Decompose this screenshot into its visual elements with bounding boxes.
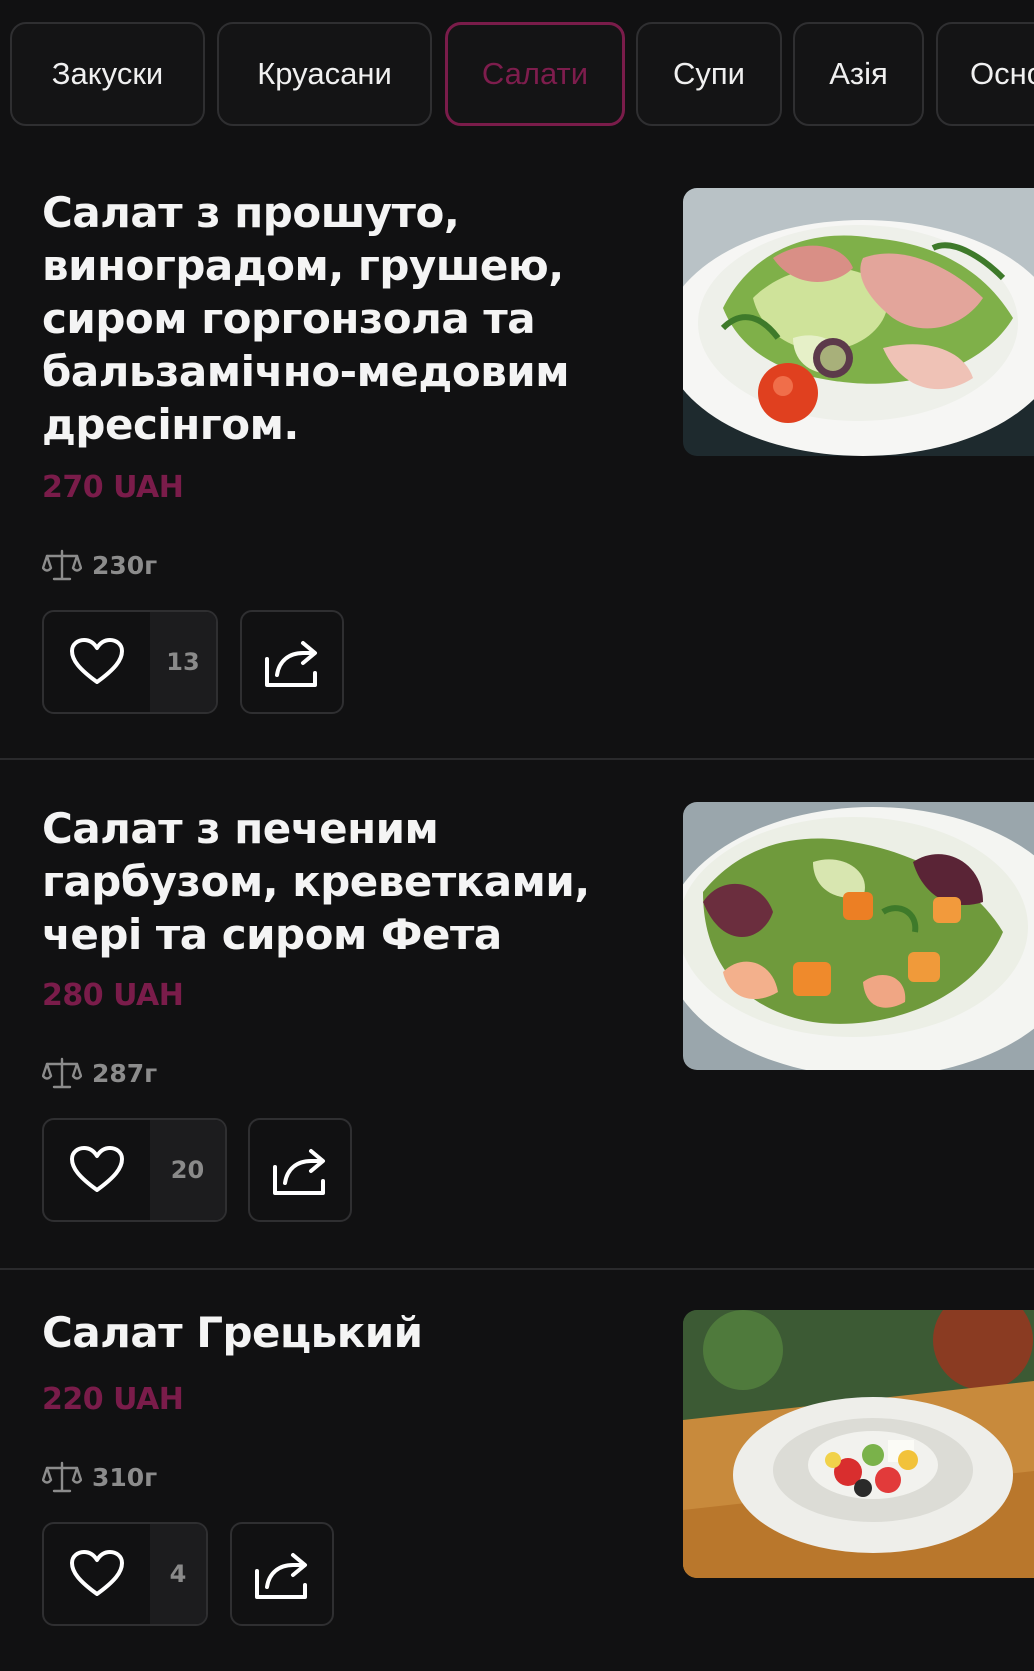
item-title: Салат з печеним гарбузом, креветками, че… xyxy=(42,804,590,959)
like-control: 4 xyxy=(42,1522,208,1626)
heart-icon xyxy=(70,1146,124,1192)
like-count: 13 xyxy=(150,612,216,712)
scale-icon xyxy=(42,549,82,581)
item-price: 270 UAH xyxy=(42,470,184,505)
tab-supy[interactable]: Супи xyxy=(636,22,782,126)
menu-item: Салат з печеним гарбузом, креветками, че… xyxy=(0,760,1034,1270)
share-icon xyxy=(273,1149,325,1195)
tab-zakusky[interactable]: Закуски xyxy=(10,22,205,126)
item-price: 280 UAH xyxy=(42,978,184,1013)
item-price: 220 UAH xyxy=(42,1382,184,1417)
weight-value: 230г xyxy=(92,550,158,580)
heart-icon xyxy=(70,638,124,684)
pumpkin-shrimp-salad-photo xyxy=(683,802,1034,1070)
like-count: 4 xyxy=(150,1524,206,1624)
like-button[interactable] xyxy=(44,1120,150,1220)
like-control: 20 xyxy=(42,1118,227,1222)
tab-aziia[interactable]: Азія xyxy=(793,22,924,126)
like-button[interactable] xyxy=(44,1524,150,1624)
item-title: Салат з прошуто, виноградом, грушею, сир… xyxy=(42,188,570,449)
menu-item: Салат Грецький 220 UAH 310г 4 xyxy=(0,1270,1034,1671)
weight-value: 287г xyxy=(92,1058,158,1088)
greek-salad-photo xyxy=(683,1310,1034,1578)
like-control: 13 xyxy=(42,610,218,714)
like-button[interactable] xyxy=(44,612,150,712)
item-weight: 287г xyxy=(42,1056,157,1090)
item-weight: 230г xyxy=(42,548,157,582)
share-button[interactable] xyxy=(230,1522,334,1626)
share-icon xyxy=(265,641,317,687)
tab-osnovni[interactable]: Осно xyxy=(936,22,1034,126)
share-button[interactable] xyxy=(248,1118,352,1222)
heart-icon xyxy=(70,1550,124,1596)
share-icon xyxy=(255,1553,307,1599)
category-tabs: Закуски Круасани Салати Супи Азія Осно xyxy=(0,0,1034,148)
tab-kruasany[interactable]: Круасани xyxy=(217,22,432,126)
item-weight: 310г xyxy=(42,1460,157,1494)
menu-item: Салат з прошуто, виноградом, грушею, сир… xyxy=(0,148,1034,760)
scale-icon xyxy=(42,1461,82,1493)
like-count: 20 xyxy=(150,1120,225,1220)
scale-icon xyxy=(42,1057,82,1089)
share-button[interactable] xyxy=(240,610,344,714)
prosciutto-salad-photo xyxy=(683,188,1034,456)
weight-value: 310г xyxy=(92,1462,158,1492)
tab-salaty[interactable]: Салати xyxy=(445,22,625,126)
item-title: Салат Грецький xyxy=(42,1308,423,1357)
